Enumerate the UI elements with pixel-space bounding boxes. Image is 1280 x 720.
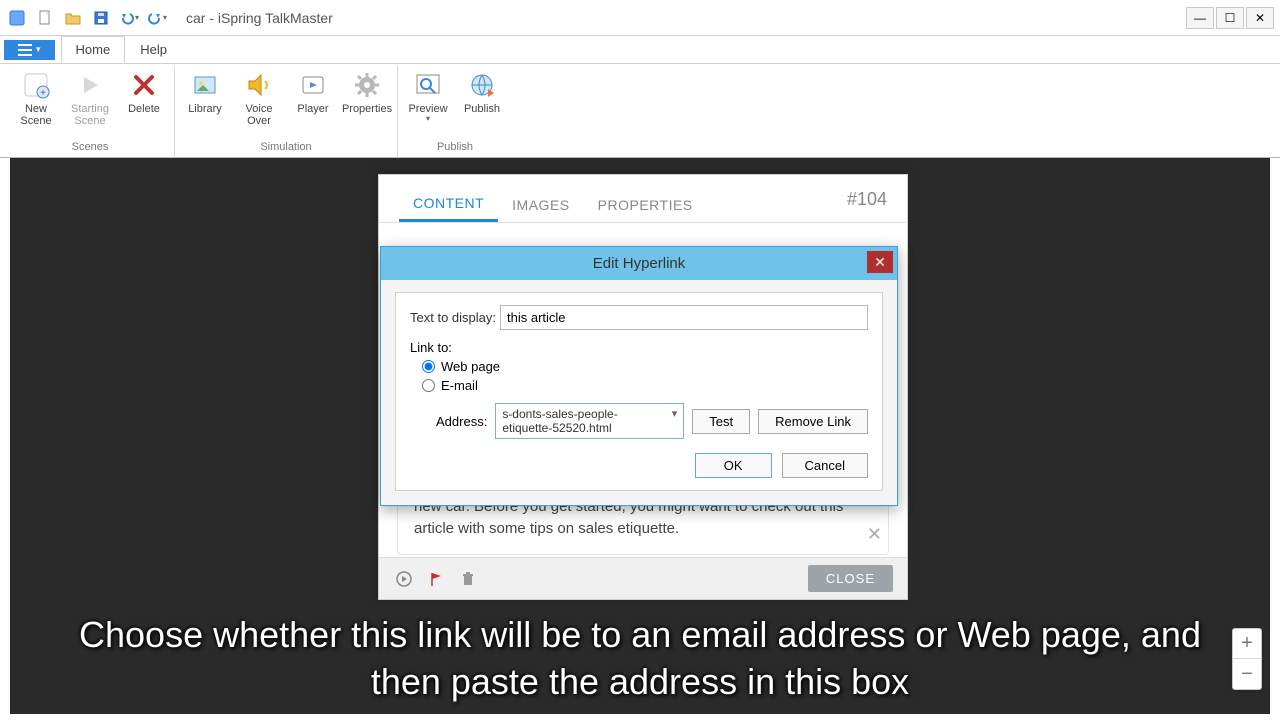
delete-icon xyxy=(129,70,159,100)
save-icon[interactable] xyxy=(90,7,112,29)
tab-home[interactable]: Home xyxy=(61,36,126,63)
panel-tabs: CONTENT IMAGES PROPERTIES #104 xyxy=(379,175,907,223)
edit-hyperlink-dialog: Edit Hyperlink ✕ Text to display: Link t… xyxy=(380,246,898,506)
dialog-close-button[interactable]: ✕ xyxy=(867,251,893,273)
voice-over-icon xyxy=(244,70,274,100)
tab-help[interactable]: Help xyxy=(125,36,182,63)
publish-button[interactable]: Publish xyxy=(458,66,506,119)
tab-content[interactable]: CONTENT xyxy=(399,187,498,222)
dialog-title: Edit Hyperlink ✕ xyxy=(381,247,897,280)
link-to-label: Link to: xyxy=(410,340,868,355)
app-icon[interactable] xyxy=(6,7,28,29)
voice-over-button[interactable]: Voice Over xyxy=(235,66,283,131)
tab-images[interactable]: IMAGES xyxy=(498,189,583,221)
trash-icon[interactable] xyxy=(457,568,479,590)
gear-icon xyxy=(352,70,382,100)
redo-icon[interactable]: ▾ xyxy=(146,7,168,29)
new-scene-icon: + xyxy=(21,70,51,100)
cancel-button[interactable]: Cancel xyxy=(782,453,868,478)
text-to-display-input[interactable] xyxy=(500,305,868,330)
zoom-control: + − xyxy=(1232,628,1262,690)
address-combobox[interactable]: s-donts-sales-people-etiquette-52520.htm… xyxy=(495,403,684,439)
file-menu-button[interactable]: ▾ xyxy=(4,40,55,60)
radio-email[interactable]: E-mail xyxy=(422,378,868,393)
ribbon: +New Scene Starting Scene Delete Scenes … xyxy=(0,64,1280,158)
ribbon-tabs: ▾ Home Help xyxy=(0,36,1280,64)
window-title: car - iSpring TalkMaster xyxy=(186,10,333,26)
zoom-out-button[interactable]: − xyxy=(1233,659,1261,689)
radio-web-page-input[interactable] xyxy=(422,360,435,373)
panel-footer: CLOSE xyxy=(379,557,907,599)
ribbon-group-label-simulation: Simulation xyxy=(260,139,311,157)
address-label: Address: xyxy=(436,414,487,429)
open-folder-icon[interactable] xyxy=(62,7,84,29)
minimize-button[interactable]: — xyxy=(1186,7,1214,29)
maximize-button[interactable]: ☐ xyxy=(1216,7,1244,29)
ribbon-group-publish: Preview▾ Publish Publish xyxy=(398,66,512,157)
library-button[interactable]: Library xyxy=(181,66,229,119)
new-scene-button[interactable]: +New Scene xyxy=(12,66,60,131)
undo-icon[interactable]: ▾ xyxy=(118,7,140,29)
delete-button[interactable]: Delete xyxy=(120,66,168,119)
message-close-icon[interactable]: ✕ xyxy=(867,521,882,547)
scene-number: #104 xyxy=(847,189,887,210)
remove-link-button[interactable]: Remove Link xyxy=(758,409,868,434)
properties-button[interactable]: Properties xyxy=(343,66,391,119)
preview-icon xyxy=(413,70,443,100)
flag-icon[interactable] xyxy=(425,568,447,590)
new-file-icon[interactable] xyxy=(34,7,56,29)
ribbon-group-label-publish: Publish xyxy=(437,139,473,157)
ribbon-group-scenes: +New Scene Starting Scene Delete Scenes xyxy=(6,66,175,157)
quick-access-toolbar: ▾ ▾ xyxy=(6,7,168,29)
radio-email-input[interactable] xyxy=(422,379,435,392)
play-icon[interactable] xyxy=(393,568,415,590)
titlebar: ▾ ▾ car - iSpring TalkMaster — ☐ ✕ xyxy=(0,0,1280,36)
radio-web-page[interactable]: Web page xyxy=(422,359,868,374)
publish-icon xyxy=(467,70,497,100)
zoom-in-button[interactable]: + xyxy=(1233,629,1261,659)
test-button[interactable]: Test xyxy=(692,409,750,434)
player-icon xyxy=(298,70,328,100)
preview-button[interactable]: Preview▾ xyxy=(404,66,452,128)
ok-button[interactable]: OK xyxy=(695,453,772,478)
close-window-button[interactable]: ✕ xyxy=(1246,7,1274,29)
close-panel-button[interactable]: CLOSE xyxy=(808,565,893,592)
text-to-display-label: Text to display: xyxy=(410,310,500,325)
starting-scene-icon xyxy=(75,70,105,100)
ribbon-group-simulation: Library Voice Over Player Properties Sim… xyxy=(175,66,398,157)
tab-properties[interactable]: PROPERTIES xyxy=(584,189,707,221)
starting-scene-button[interactable]: Starting Scene xyxy=(66,66,114,131)
svg-text:+: + xyxy=(40,88,46,99)
library-icon xyxy=(190,70,220,100)
window-controls: — ☐ ✕ xyxy=(1186,7,1274,29)
ribbon-group-label-scenes: Scenes xyxy=(72,139,109,157)
player-button[interactable]: Player xyxy=(289,66,337,119)
